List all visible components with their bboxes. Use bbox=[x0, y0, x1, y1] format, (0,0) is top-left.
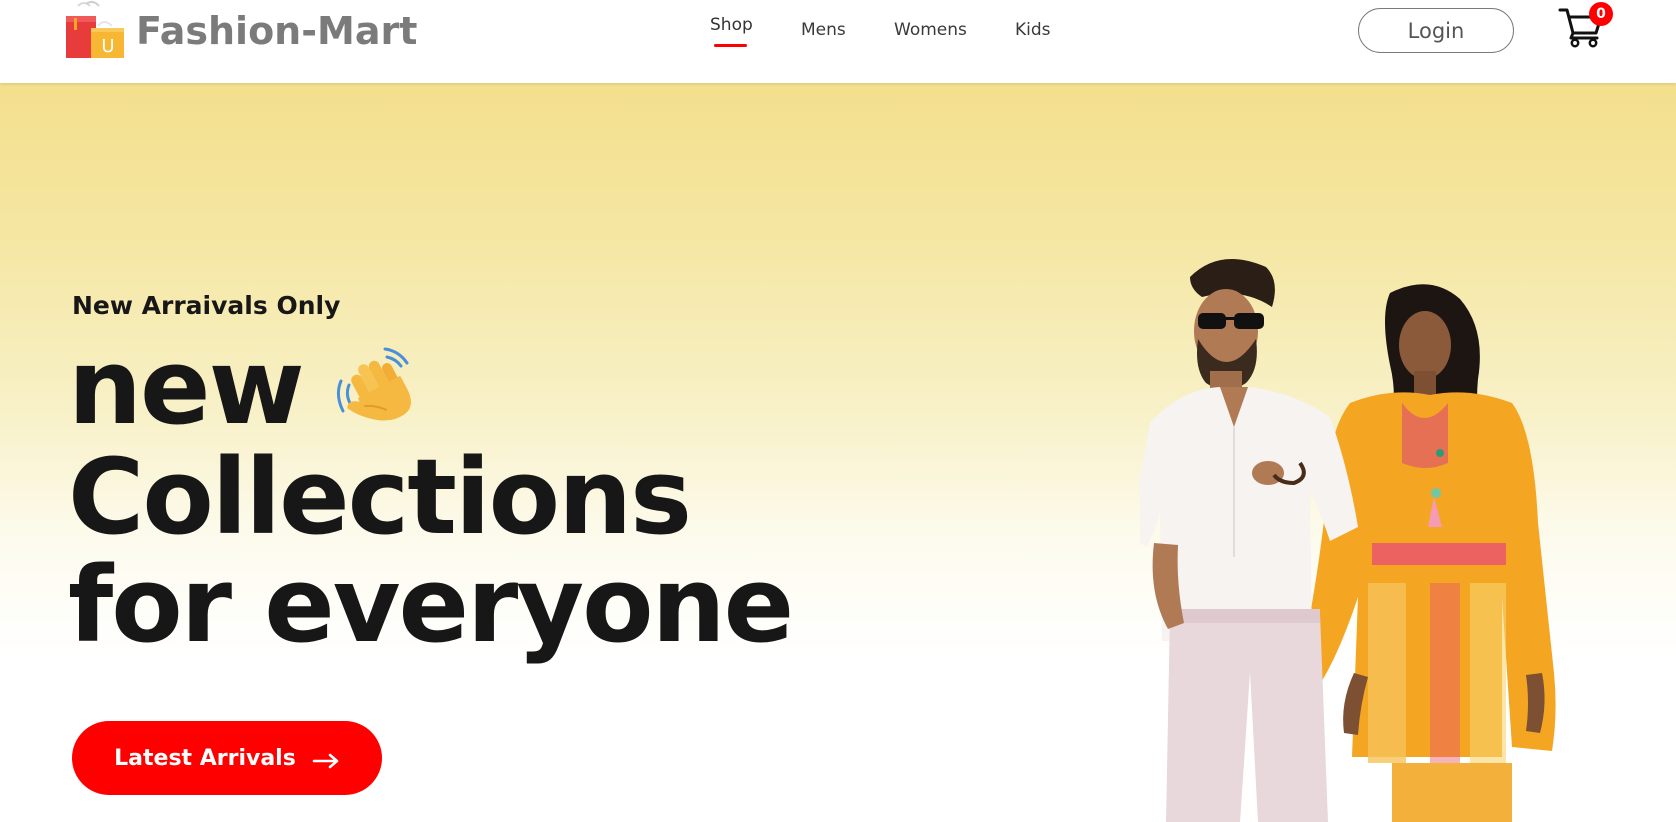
nav-item-kids[interactable]: Kids bbox=[1015, 20, 1051, 40]
nav-active-underline bbox=[714, 44, 747, 47]
nav-item-mens[interactable]: Mens bbox=[801, 20, 846, 40]
headline-line-3: for everyone bbox=[68, 543, 794, 666]
waving-hand-icon bbox=[327, 341, 423, 437]
navbar: U Fashion-Mart Shop Mens Womens Kids Log… bbox=[0, 0, 1676, 83]
latest-arrivals-button[interactable]: Latest Arrivals bbox=[72, 721, 382, 795]
cta-label: Latest Arrivals bbox=[114, 745, 296, 771]
hero-models-image bbox=[1130, 253, 1580, 822]
nav-item-womens[interactable]: Womens bbox=[894, 20, 967, 40]
hero-section: New Arraivals Only new Collections for e… bbox=[0, 83, 1676, 822]
hero-subtitle: New Arraivals Only bbox=[72, 291, 341, 320]
hero-headline: new Collections for everyone bbox=[68, 333, 794, 666]
nav-item-shop[interactable]: Shop bbox=[710, 15, 753, 35]
headline-line-1: new bbox=[68, 333, 792, 443]
login-button[interactable]: Login bbox=[1358, 8, 1514, 53]
cart-count-badge: 0 bbox=[1589, 2, 1613, 26]
headline-word-new: new bbox=[68, 326, 305, 448]
arrow-right-icon bbox=[312, 750, 340, 769]
headline-line-2: Collections bbox=[68, 435, 692, 558]
